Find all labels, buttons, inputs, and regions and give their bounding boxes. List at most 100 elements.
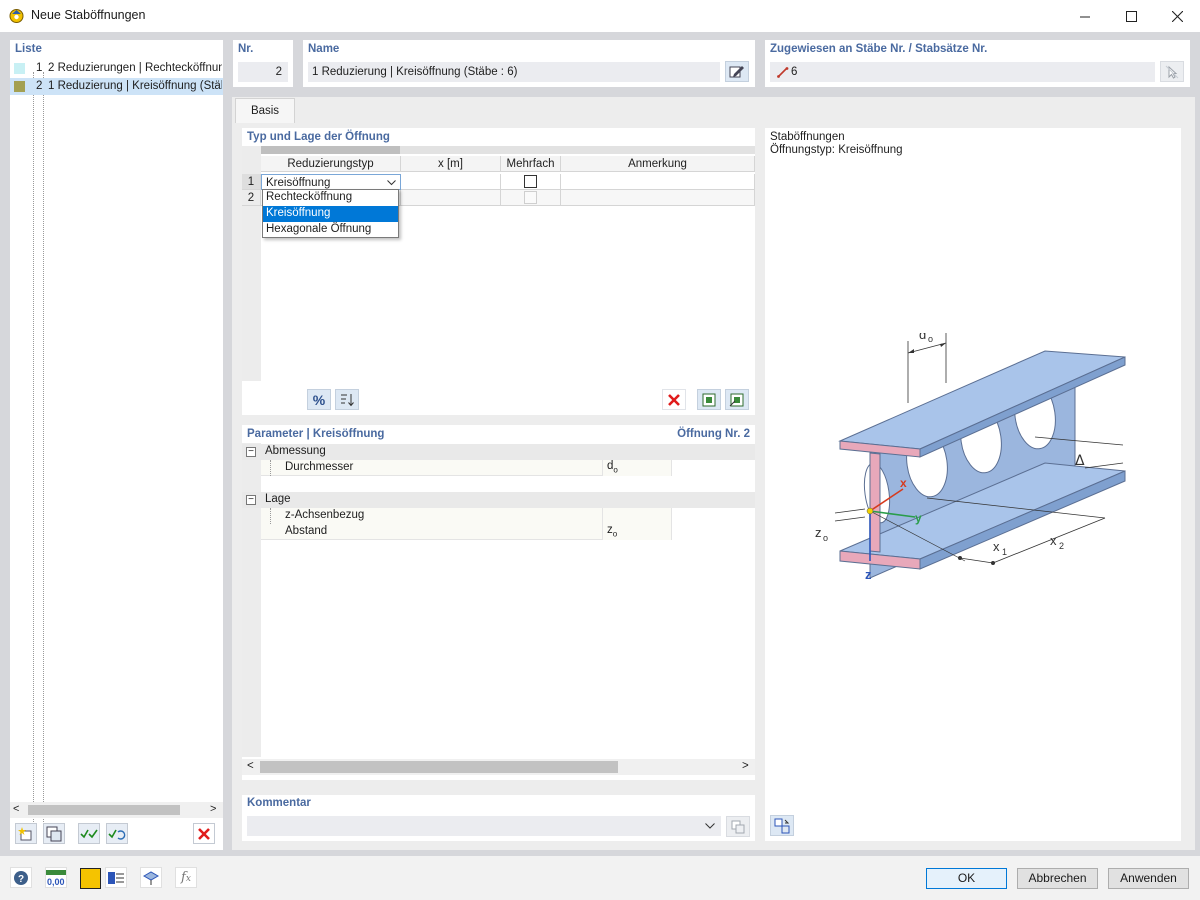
table-import-icon xyxy=(729,393,744,406)
group-lage[interactable]: − Lage xyxy=(242,492,755,508)
anmerkung-cell[interactable] xyxy=(561,190,755,206)
anmerkung-cell[interactable] xyxy=(561,174,755,190)
name-field[interactable]: 1 Reduzierung | Kreisöffnung (Stäbe : 6) xyxy=(308,62,720,82)
params-gutter xyxy=(242,443,261,757)
scroll-left-icon[interactable]: < xyxy=(13,803,19,815)
edit-name-button[interactable] xyxy=(725,61,749,82)
opening-header: Typ und Lage der Öffnung xyxy=(247,131,390,143)
label-x2-sub: 2 xyxy=(1059,541,1064,551)
scroll-right-icon[interactable]: > xyxy=(742,760,749,772)
check-all-icon xyxy=(80,829,98,838)
assigned-field[interactable]: 6 xyxy=(770,62,1155,82)
col-header-mehrfach[interactable]: Mehrfach xyxy=(501,156,561,172)
list-item-2[interactable]: 2 1 Reduzierung | Kreisöffnung (Stäbe : … xyxy=(10,78,223,95)
params-header: Parameter | Kreisöffnung xyxy=(247,428,385,440)
x-cell[interactable] xyxy=(401,174,501,190)
tab-basis[interactable]: Basis xyxy=(235,98,295,123)
check-toggle-button[interactable] xyxy=(106,823,128,844)
select-members-button[interactable] xyxy=(1160,61,1184,82)
tree-guide xyxy=(43,72,44,832)
label-axis-z: z xyxy=(865,567,872,582)
percent-button[interactable]: % xyxy=(307,389,331,410)
delete-item-button[interactable] xyxy=(193,823,215,844)
param-value-durchmesser[interactable] xyxy=(672,460,755,476)
sort-icon xyxy=(341,394,354,407)
preview-title: Staböffnungen xyxy=(770,131,845,143)
cancel-button[interactable]: Abbrechen xyxy=(1017,868,1098,889)
units-button[interactable]: 0,00 xyxy=(45,867,67,888)
chevron-down-icon xyxy=(387,180,396,186)
sort-button[interactable] xyxy=(335,389,359,410)
list-item-label: 2 Reduzierungen | Rechtecköffnung xyxy=(48,62,222,74)
group-abmessung[interactable]: − Abmessung xyxy=(242,444,755,460)
row-number: 1 xyxy=(242,174,261,190)
label-zo: z xyxy=(815,525,822,540)
swap-view-icon xyxy=(774,818,790,833)
collapse-icon[interactable]: − xyxy=(246,495,256,505)
nr-field[interactable]: 2 xyxy=(238,62,288,82)
formula-icon: fx xyxy=(181,870,191,885)
color-button[interactable] xyxy=(80,868,101,889)
scroll-left-icon[interactable]: < xyxy=(247,760,254,772)
check-all-button[interactable] xyxy=(78,823,100,844)
mehrfach-checkbox[interactable] xyxy=(524,175,537,188)
comment-field[interactable] xyxy=(247,816,721,836)
ok-button[interactable]: OK xyxy=(926,868,1007,889)
param-row-abstand[interactable]: Abstand xyxy=(261,524,602,540)
label-x2: x xyxy=(1050,533,1057,548)
list-item-1[interactable]: 1 2 Reduzierungen | Rechtecköffnung xyxy=(10,61,223,77)
help-button[interactable]: ? xyxy=(10,867,32,888)
comment-copy-button[interactable] xyxy=(726,816,750,837)
label-x1: x xyxy=(993,539,1000,554)
name-label: Name xyxy=(308,43,340,55)
param-value-lage[interactable] xyxy=(672,508,755,540)
copy-item-button[interactable] xyxy=(43,823,65,844)
col-header-x[interactable]: x [m] xyxy=(401,156,501,172)
label-x1-sub: 1 xyxy=(1002,547,1007,557)
new-item-button[interactable] xyxy=(15,823,37,844)
param-row-durchmesser[interactable]: Durchmesser xyxy=(261,460,602,476)
scroll-thumb[interactable] xyxy=(260,761,618,773)
dropdown-option-kreis[interactable]: Kreisöffnung xyxy=(263,206,398,222)
dropdown-option-rechteck[interactable]: Rechtecköffnung xyxy=(263,190,398,206)
delete-x-icon xyxy=(198,827,210,840)
maximize-button[interactable] xyxy=(1108,0,1154,32)
param-symbol: do xyxy=(602,460,672,476)
param-label: Durchmesser xyxy=(285,461,354,473)
view-model-icon xyxy=(142,870,160,885)
type-dropdown[interactable]: Kreisöffnung xyxy=(261,174,401,190)
label-axis-x: x xyxy=(900,476,907,490)
group-name: Abmessung xyxy=(265,445,326,457)
delete-row-button[interactable] xyxy=(662,389,686,410)
apply-button[interactable]: Anwenden xyxy=(1108,868,1189,889)
import-table-button[interactable] xyxy=(725,389,749,410)
params-hscrollbar[interactable]: < > xyxy=(242,759,755,775)
scroll-right-icon[interactable]: > xyxy=(210,803,216,815)
symbol-sub: o xyxy=(612,529,618,539)
label-d: d xyxy=(919,333,926,342)
export-table-button[interactable] xyxy=(697,389,721,410)
preview-options-button[interactable] xyxy=(770,815,794,836)
chevron-down-icon xyxy=(705,823,715,829)
param-row-z-achsenbezug[interactable]: z-Achsenbezug xyxy=(261,508,602,540)
list-panel: Liste 1 2 Reduzierungen | Rechtecköffnun… xyxy=(10,40,223,850)
close-button[interactable] xyxy=(1154,0,1200,32)
nr-label: Nr. xyxy=(238,43,254,55)
display-settings-button[interactable] xyxy=(105,867,127,888)
assigned-panel: Zugewiesen an Stäbe Nr. / Stabsätze Nr. … xyxy=(765,40,1190,87)
label-d-sub: o xyxy=(928,334,933,344)
minimize-button[interactable] xyxy=(1062,0,1108,32)
formula-button[interactable]: fx xyxy=(175,867,197,888)
preview-panel: Staböffnungen Öffnungstyp: Kreisöffnung … xyxy=(765,128,1181,841)
col-header-reduzierungstyp[interactable]: Reduzierungstyp xyxy=(261,156,401,172)
collapse-icon[interactable]: − xyxy=(246,447,256,457)
dropdown-option-hexagonal[interactable]: Hexagonale Öffnung xyxy=(263,222,398,238)
view-button[interactable] xyxy=(140,867,162,888)
col-header-anmerkung[interactable]: Anmerkung xyxy=(561,156,755,172)
mehrfach-checkbox[interactable] xyxy=(524,191,537,204)
param-symbol-empty xyxy=(602,508,672,524)
help-icon: ? xyxy=(14,870,28,885)
list-hscrollbar[interactable]: < > xyxy=(10,802,223,818)
scroll-thumb[interactable] xyxy=(28,805,180,815)
x-cell[interactable] xyxy=(401,190,501,206)
